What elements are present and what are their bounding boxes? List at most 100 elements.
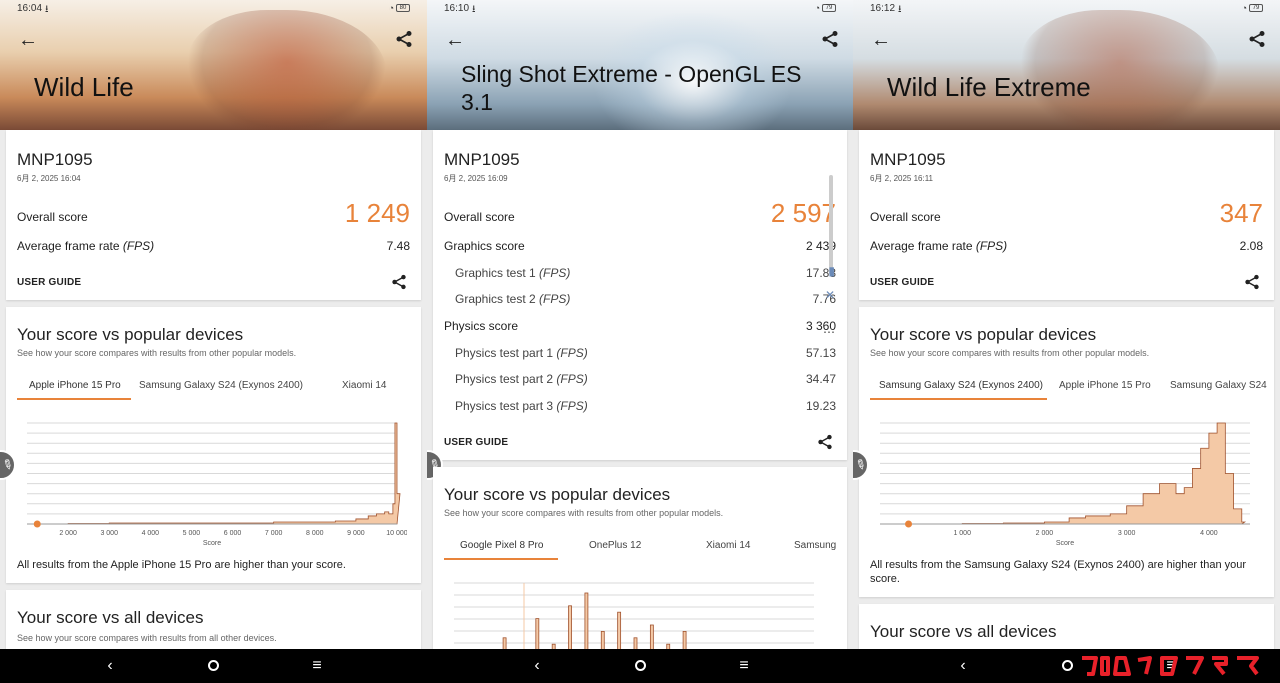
overall-score-row: Overall score 2 597 [444,198,836,228]
share-icon[interactable] [817,434,833,450]
physics-score-row: Physics score 3 360 [444,319,836,335]
fps-label: Average frame rate (FPS) [870,239,1008,253]
tick-label: 7 000 [265,530,283,537]
section-title: Your score vs all devices [870,622,1057,641]
site-watermark-logo [1082,656,1259,676]
back-icon[interactable]: ← [18,29,38,52]
device-tabs: Google Pixel 8 Pro OnePlus 12 Xiaomi 14 … [444,540,847,566]
overall-score-value: 347 [1219,198,1263,228]
hide-icon[interactable]: ✕ [825,288,835,302]
download-icon: ⭳ [472,4,476,15]
tab-samsung-galaxy-s24[interactable]: Samsung Galaxy S24 (Exynos 2400) [139,380,303,391]
physics-test-1-row: Physics test part 1 (FPS) 57.13 [444,346,836,362]
share-icon[interactable] [1244,274,1260,290]
device-name: MNP1095 [444,150,520,169]
battery-icon: 80 [396,4,410,12]
result-text: All results from the Samsung Galaxy S24 … [870,559,1247,585]
physics-test-3-row: Physics test part 3 (FPS) 19.23 [444,399,836,415]
popular-devices-card: Your score vs popular devices See how yo… [433,467,847,649]
fps-value: 2.08 [1239,239,1263,253]
user-guide-link[interactable]: USER GUIDE [870,277,934,288]
nav-back-icon[interactable]: ‹ [526,655,548,677]
wifi-icon: ◔ [388,3,394,13]
pin-icon[interactable]: ▮ [828,264,835,278]
tick-label: 6 000 [224,530,242,537]
graphics-score-label: Graphics score [444,239,525,253]
overall-score-value: 2 597 [770,198,836,228]
tick-label: 3 000 [100,530,118,537]
nav-menu-icon[interactable]: ≡ [733,655,755,677]
all-devices-card: Your score vs all devices [859,604,1274,649]
overall-score-label: Overall score [444,210,515,224]
tab-samsung-galaxy-s24[interactable]: Samsung Galaxy S24 [1170,380,1267,391]
distribution-bar [633,637,638,649]
scrollbar[interactable] [829,175,833,275]
tab-oneplus-12[interactable]: OnePlus 12 [589,540,641,551]
share-icon[interactable] [395,30,413,48]
section-description: See how your score compares with results… [17,348,297,358]
active-tab-indicator [870,398,1047,400]
tick-label: 3 000 [1118,530,1136,537]
nav-home-icon[interactable] [629,655,651,677]
status-bar: 16:12 ⭳ ◔ 79 [853,0,1280,18]
page-title: Wild Life Extreme [887,72,1091,102]
nav-home-icon[interactable] [202,655,224,677]
result-date: 6月 2, 2025 16:09 [444,174,508,183]
battery-icon: 79 [1249,4,1263,12]
score-distribution-chart [454,582,814,649]
fps-label: Average frame rate (FPS) [17,239,155,253]
result-text: All results from the Apple iPhone 15 Pro… [17,559,346,571]
physics-test-3-value: 19.23 [805,399,836,413]
score-distribution-chart: 2 000 3 000 4 000 5 000 6 000 7 000 8 000 9 000… [27,422,407,547]
physics-test-2-row: Physics test part 2 (FPS) 34.47 [444,372,836,388]
tab-apple-iphone-15-pro[interactable]: Apple iPhone 15 Pro [29,380,121,391]
tick-label: 9 000 [347,530,365,537]
section-description: See how your score compares with results… [870,348,1150,358]
tab-apple-iphone-15-pro[interactable]: Apple iPhone 15 Pro [1059,380,1151,391]
wifi-icon: ◔ [1241,3,1247,13]
tick-label: 2 000 [59,530,77,537]
hero-art [1020,10,1220,130]
page-title: Wild Life [34,72,134,102]
more-icon[interactable]: ⋯ [823,325,835,339]
tab-google-pixel-8-pro[interactable]: Google Pixel 8 Pro [460,540,543,551]
section-title: Your score vs popular devices [444,485,671,504]
back-icon[interactable]: ← [445,29,465,52]
fps-value: 7.48 [386,239,410,253]
your-score-marker [33,520,41,528]
tick-label: 4 000 [1200,530,1218,537]
active-tab-indicator [444,558,558,560]
nav-menu-icon[interactable]: ≡ [306,655,328,677]
section-description: See how your score compares with results… [17,633,277,643]
score-card: MNP1095 6月 2, 2025 16:04 Overall score 1… [6,130,421,300]
section-title: Your score vs popular devices [17,325,244,344]
download-icon: ⭳ [45,4,49,15]
tick-label: 8 000 [306,530,324,537]
user-guide-link[interactable]: USER GUIDE [444,437,508,448]
overall-score-value: 1 249 [344,198,410,228]
distribution-bar [584,592,589,649]
status-time: 16:12 [870,3,896,14]
share-icon[interactable] [1248,30,1266,48]
fps-row: Average frame rate (FPS) 2.08 [870,239,1263,255]
overall-score-row: Overall score 347 [870,198,1263,228]
physics-test-2-label: Physics test part 2 (FPS) [455,372,588,386]
tab-xiaomi-14[interactable]: Xiaomi 14 [706,540,750,551]
tab-samsung[interactable]: Samsung [794,540,836,551]
tab-samsung-galaxy-s24-exynos[interactable]: Samsung Galaxy S24 (Exynos 2400) [879,380,1043,391]
user-guide-link[interactable]: USER GUIDE [17,277,81,288]
back-icon[interactable]: ← [871,29,891,52]
status-bar: 16:10 ⭳ ◔ 79 [427,0,853,18]
result-date: 6月 2, 2025 16:04 [17,174,81,183]
tab-xiaomi-14[interactable]: Xiaomi 14 [342,380,386,391]
share-icon[interactable] [391,274,407,290]
nav-back-icon[interactable]: ‹ [99,655,121,677]
graphics-score-row: Graphics score 2 439 [444,239,836,255]
nav-back-icon[interactable]: ‹ [952,655,974,677]
panel-wild-life-extreme: 16:12 ⭳ ◔ 79 ← Wild Life Extreme MNP1095… [853,0,1280,649]
active-tab-indicator [17,398,131,400]
share-icon[interactable] [821,30,839,48]
axis-label: Score [203,540,221,547]
distribution-bar [568,605,572,649]
tick-label: 10 000 [386,530,407,537]
